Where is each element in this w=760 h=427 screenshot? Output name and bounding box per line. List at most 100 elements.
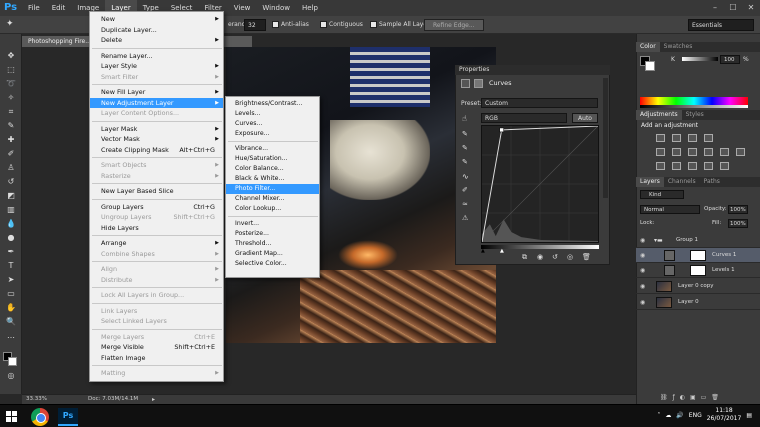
blur-tool-icon[interactable]: 💧	[4, 218, 18, 230]
shape-tool-icon[interactable]: ▭	[4, 288, 18, 300]
adjustment-menu-item[interactable]: Selective Color...	[226, 259, 319, 269]
layer-menu-item[interactable]: Layer Mask ▶	[90, 124, 223, 134]
path-select-icon[interactable]: ➤	[4, 274, 18, 286]
color-balance-adj-icon[interactable]	[688, 148, 697, 156]
refine-edge-button[interactable]: Refine Edge...	[424, 19, 484, 31]
tab-color[interactable]: Color	[636, 42, 660, 52]
language-indicator[interactable]: ENG	[689, 412, 702, 419]
network-icon[interactable]: ☁	[665, 412, 671, 419]
layer-menu-item[interactable]: Merge Visible Shift+Ctrl+E	[90, 342, 223, 352]
layer-row-curves[interactable]: ◉ Curves 1	[636, 248, 760, 263]
adjustment-menu-item[interactable]: Color Balance...	[226, 164, 319, 174]
bw-adj-icon[interactable]	[704, 148, 713, 156]
adjustment-menu-item[interactable]: Posterize...	[226, 229, 319, 239]
brush-tool-icon[interactable]: ✐	[4, 148, 18, 160]
white-point-slider-icon[interactable]: ▲	[500, 248, 504, 254]
fill-input[interactable]: 100%	[728, 219, 748, 228]
curves-adj-icon[interactable]	[688, 134, 697, 142]
menu-help[interactable]: Help	[296, 0, 324, 16]
layer-menu-item[interactable]: Layer Style ▶	[90, 61, 223, 71]
workspace-select[interactable]: Essentials	[688, 19, 754, 31]
lasso-tool-icon[interactable]: ➰	[4, 78, 18, 90]
curve-edit-icon[interactable]: ∿	[462, 172, 469, 181]
gradient-tool-icon[interactable]: ▥	[4, 204, 18, 216]
minimize-button[interactable]: –	[706, 0, 724, 16]
adjustment-menu-item[interactable]: Invert...	[226, 219, 319, 229]
delete-adjustment-icon[interactable]: 🗑	[582, 253, 591, 261]
move-tool-icon[interactable]: ✥	[4, 50, 18, 62]
windows-start-icon[interactable]	[6, 411, 17, 422]
photo-filter-adj-icon[interactable]	[720, 148, 729, 156]
layer-menu-item[interactable]: Rename Layer...	[90, 51, 223, 61]
tray-chevron-icon[interactable]: ˄	[657, 412, 660, 419]
layer-menu-item[interactable]: Group Layers Ctrl+G	[90, 202, 223, 212]
color-bg-swatch[interactable]	[645, 61, 655, 71]
crop-tool-icon[interactable]: ⌗	[4, 106, 18, 118]
tab-channels[interactable]: Channels	[664, 177, 700, 187]
k-slider[interactable]	[682, 57, 718, 61]
status-arrow-icon[interactable]: ▸	[152, 395, 155, 404]
hand-adjust-icon[interactable]: ☝	[462, 114, 467, 123]
opacity-input[interactable]: 100%	[728, 205, 748, 214]
layer-row-layer0-copy[interactable]: ◉ Layer 0 copy	[636, 279, 760, 294]
selective-color-adj-icon[interactable]	[720, 162, 729, 170]
visibility-eye-icon[interactable]: ◉	[640, 279, 648, 294]
history-brush-icon[interactable]: ↺	[4, 176, 18, 188]
notifications-icon[interactable]: ▤	[746, 412, 752, 419]
adjustment-menu-item[interactable]: Color Lookup...	[226, 204, 319, 214]
adjustment-menu-item[interactable]: Brightness/Contrast...	[226, 99, 319, 109]
channel-select[interactable]: RGB	[481, 113, 567, 123]
k-value[interactable]: 100	[720, 55, 740, 64]
adjustment-menu-item[interactable]: Gradient Map...	[226, 249, 319, 259]
layer-menu-item[interactable]: Create Clipping Mask Alt+Ctrl+G	[90, 145, 223, 155]
pen-tool-icon[interactable]: ✒	[4, 246, 18, 258]
eyedropper-tool-icon[interactable]: ✎	[4, 120, 18, 132]
tab-styles[interactable]: Styles	[682, 110, 708, 120]
invert-adj-icon[interactable]	[656, 162, 665, 170]
layer-row-levels[interactable]: ◉ Levels 1	[636, 263, 760, 278]
tab-paths[interactable]: Paths	[700, 177, 724, 187]
magic-wand-icon[interactable]: ✦	[6, 18, 14, 30]
adjustment-menu-item[interactable]: Hue/Saturation...	[226, 154, 319, 164]
blend-mode-select[interactable]: Normal	[640, 205, 700, 214]
layer-menu-item[interactable]: Arrange ▶	[90, 238, 223, 248]
threshold-adj-icon[interactable]	[688, 162, 697, 170]
adjustment-menu-item[interactable]: Vibrance...	[226, 144, 319, 154]
eyedropper-gray-icon[interactable]: ✎	[462, 144, 468, 152]
tab-adjustments[interactable]: Adjustments	[636, 110, 682, 120]
layer-row-layer0[interactable]: ◉ Layer 0	[636, 295, 760, 310]
visibility-icon[interactable]: ◎	[567, 253, 573, 261]
quick-mask-icon[interactable]: ◎	[4, 370, 18, 382]
layer-menu-item[interactable]: New Adjustment Layer ▶	[90, 97, 223, 108]
stamp-tool-icon[interactable]: ♙	[4, 162, 18, 174]
kind-filter-select[interactable]: Kind	[640, 190, 684, 199]
view-previous-icon[interactable]: ◉	[537, 253, 543, 261]
layer-menu-item[interactable]: Vector Mask ▶	[90, 134, 223, 144]
adjustment-menu-item[interactable]: Photo Filter...	[226, 184, 319, 194]
contiguous-checkbox[interactable]: Contiguous	[320, 19, 363, 31]
menu-file[interactable]: File	[22, 0, 46, 16]
layer-menu-item[interactable]: New Fill Layer ▶	[90, 87, 223, 97]
dodge-tool-icon[interactable]: ●	[4, 232, 18, 244]
type-tool-icon[interactable]: T	[4, 260, 18, 272]
curves-graph[interactable]	[481, 125, 599, 243]
posterize-adj-icon[interactable]	[672, 162, 681, 170]
layer-menu-item[interactable]: Hide Layers	[90, 223, 223, 233]
mask-icon[interactable]	[474, 79, 483, 88]
marquee-tool-icon[interactable]: ⬚	[4, 64, 18, 76]
auto-button[interactable]: Auto	[572, 113, 598, 123]
preset-select[interactable]: Custom	[481, 98, 598, 108]
reset-icon[interactable]: ↺	[552, 253, 558, 261]
tab-layers[interactable]: Layers	[636, 177, 664, 187]
adjustment-menu-item[interactable]: Threshold...	[226, 239, 319, 249]
layer-row-group[interactable]: ◉ ▾▬ Group 1	[636, 233, 760, 248]
gradient-map-adj-icon[interactable]	[704, 162, 713, 170]
maximize-button[interactable]: ☐	[724, 0, 742, 16]
healing-tool-icon[interactable]: ✚	[4, 134, 18, 146]
grayscale-ramp[interactable]	[640, 105, 748, 108]
photoshop-taskbar-icon[interactable]: Ps	[58, 408, 78, 426]
adjustment-menu-item[interactable]: Black & White...	[226, 174, 319, 184]
eyedropper-black-icon[interactable]: ✎	[462, 130, 468, 138]
eyedropper-white-icon[interactable]: ✎	[462, 158, 468, 166]
folder-icon[interactable]: ▾▬	[654, 233, 663, 248]
